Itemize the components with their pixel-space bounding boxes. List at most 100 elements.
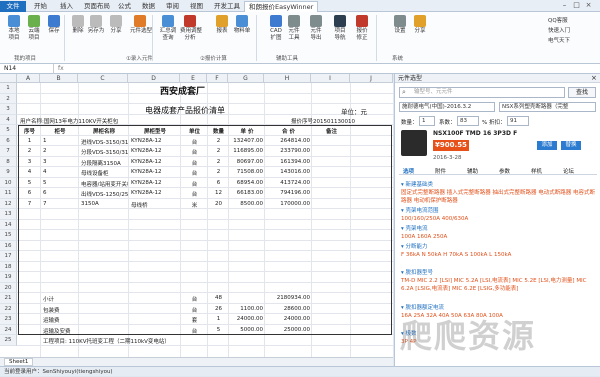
panel-subtab[interactable]: 选项: [403, 167, 414, 175]
row-header[interactable]: 1: [0, 83, 17, 94]
ribbon-button[interactable]: 费用调整 分析: [180, 15, 202, 42]
category-options[interactable]: TM-D MIC 2.2 [LSI] MIC 5.2A [LSI,电流表] MI…: [401, 277, 597, 293]
category-title[interactable]: ▾ 壳架电流范围: [401, 206, 597, 214]
help-link[interactable]: 快速入门: [548, 26, 570, 34]
ribbon-button[interactable]: 报表: [212, 15, 232, 35]
row-header[interactable]: 11: [0, 188, 17, 199]
category-options[interactable]: 100/160/250A 400/630A: [401, 215, 597, 223]
column-header[interactable]: F: [207, 74, 228, 83]
ribbon-button[interactable]: 设置: [390, 15, 410, 35]
row-header[interactable]: 15: [0, 230, 17, 241]
tab-developer[interactable]: 开发工具: [210, 1, 244, 12]
ribbon-button[interactable]: 删除: [68, 15, 88, 35]
series-select[interactable]: NSX系列塑壳断路器（完整: [499, 102, 596, 112]
column-header[interactable]: B: [40, 74, 78, 83]
row-header[interactable]: 17: [0, 251, 17, 262]
tab-review[interactable]: 审阅: [162, 1, 183, 12]
row-header[interactable]: 7: [0, 146, 17, 157]
row-header[interactable]: 3: [0, 104, 17, 115]
row-header[interactable]: 21: [0, 293, 17, 304]
row-header[interactable]: 6: [0, 135, 17, 146]
ribbon-button[interactable]: 分享: [106, 15, 126, 35]
ribbon-button[interactable]: 元件 导出: [306, 15, 326, 42]
minimize-icon[interactable]: –: [560, 1, 569, 10]
row-header[interactable]: 10: [0, 177, 17, 188]
panel-close-icon[interactable]: ×: [591, 74, 597, 82]
add-button[interactable]: 添加: [537, 141, 557, 150]
ribbon-button[interactable]: 保存: [44, 15, 64, 35]
row-header[interactable]: 5: [0, 125, 17, 136]
column-header[interactable]: D: [128, 74, 180, 83]
column-header[interactable]: I: [311, 74, 350, 83]
panel-subtab[interactable]: 参数: [499, 167, 510, 175]
name-box[interactable]: N14: [4, 64, 54, 74]
column-header[interactable]: A: [17, 74, 40, 83]
close-icon[interactable]: ×: [584, 1, 593, 10]
sheet-tab[interactable]: Sheet1: [4, 358, 34, 366]
panel-subtab[interactable]: 论坛: [563, 167, 574, 175]
help-link[interactable]: 电气天下: [548, 36, 570, 44]
fx-icon[interactable]: fx: [58, 64, 64, 74]
row-header[interactable]: 4: [0, 114, 17, 125]
ribbon-button[interactable]: 元件 工具: [284, 15, 304, 42]
qty-input[interactable]: 1: [419, 116, 435, 126]
category-title[interactable]: ▾ 脱扣器型号: [401, 268, 597, 276]
ribbon-button[interactable]: 项目 导航: [330, 15, 350, 42]
component-search-input[interactable]: 输型号、元元件: [399, 87, 565, 98]
ribbon-button[interactable]: CAD 扩图: [266, 15, 286, 42]
help-link[interactable]: QQ客服: [548, 16, 568, 24]
select-all-corner[interactable]: [0, 74, 17, 83]
category-options[interactable]: 100A 160A 250A: [401, 233, 597, 241]
ribbon-button[interactable]: 报价 修正: [352, 15, 372, 42]
tab-view[interactable]: 视图: [186, 1, 207, 12]
category-options[interactable]: 固定式完整断路器 插入式完整断路器 抽出式完整断路器 电动式断路器 电容式断路器…: [401, 189, 597, 205]
ribbon-button[interactable]: 另存为: [86, 15, 106, 35]
spreadsheet-grid[interactable]: A B C D E F G H I J 1 2 3 4 5 6 7 8 9 10 11 12 13 14 15 16 17 18 19 2…: [0, 74, 393, 357]
row-header[interactable]: 14: [0, 219, 17, 230]
row-header[interactable]: 25: [0, 335, 17, 346]
ribbon-button[interactable]: 元件选型: [130, 15, 152, 35]
row-header[interactable]: 20: [0, 282, 17, 293]
tab-file[interactable]: 文件: [0, 1, 26, 12]
tab-easywinner[interactable]: 和朗报价EasyWinner: [244, 1, 319, 12]
search-button[interactable]: 查找: [568, 87, 596, 98]
column-header[interactable]: H: [264, 74, 311, 83]
discount-input[interactable]: 91: [507, 116, 529, 126]
row-header[interactable]: 16: [0, 240, 17, 251]
panel-subtab[interactable]: 辅助: [467, 167, 478, 175]
row-header[interactable]: 23: [0, 314, 17, 325]
tab-page-layout[interactable]: 页面布局: [80, 1, 114, 12]
row-header[interactable]: 19: [0, 272, 17, 283]
category-title[interactable]: ▾ 新建基础类: [401, 180, 597, 188]
ribbon-button[interactable]: 云端 项目: [24, 15, 44, 42]
factor-input[interactable]: 83: [457, 116, 479, 126]
ribbon-button[interactable]: 本地 项目: [4, 15, 24, 42]
row-header[interactable]: 18: [0, 261, 17, 272]
row-header[interactable]: 13: [0, 209, 17, 220]
row-header[interactable]: 12: [0, 198, 17, 209]
row-header[interactable]: 8: [0, 156, 17, 167]
column-header[interactable]: G: [228, 74, 264, 83]
maximize-icon[interactable]: □: [572, 1, 581, 10]
row-header[interactable]: 22: [0, 303, 17, 314]
panel-subtab[interactable]: 附件: [435, 167, 446, 175]
replace-button[interactable]: 替换: [561, 141, 581, 150]
ribbon-button[interactable]: 物料单: [232, 15, 252, 35]
tab-data[interactable]: 数据: [138, 1, 159, 12]
category-title[interactable]: ▾ 分断能力: [401, 242, 597, 250]
tab-formulas[interactable]: 公式: [114, 1, 135, 12]
column-header[interactable]: C: [78, 74, 128, 83]
column-header[interactable]: E: [180, 74, 207, 83]
panel-subtab[interactable]: 样机: [531, 167, 542, 175]
row-header[interactable]: 9: [0, 167, 17, 178]
row-header[interactable]: 24: [0, 324, 17, 335]
category-title[interactable]: ▾ 脱扣器额定电流: [401, 303, 597, 311]
ribbon-button[interactable]: 分享: [410, 15, 430, 35]
tab-home[interactable]: 开始: [30, 1, 51, 12]
category-title[interactable]: ▾ 壳架电流: [401, 224, 597, 232]
brand-select[interactable]: 施耐德电气(中国)-2016.3.2: [399, 102, 495, 112]
category-options[interactable]: F 36kA N 50kA H 70kA S 100kA L 150kA: [401, 251, 597, 259]
column-header[interactable]: J: [350, 74, 393, 83]
row-header[interactable]: 2: [0, 93, 17, 104]
tab-insert[interactable]: 插入: [56, 1, 77, 12]
